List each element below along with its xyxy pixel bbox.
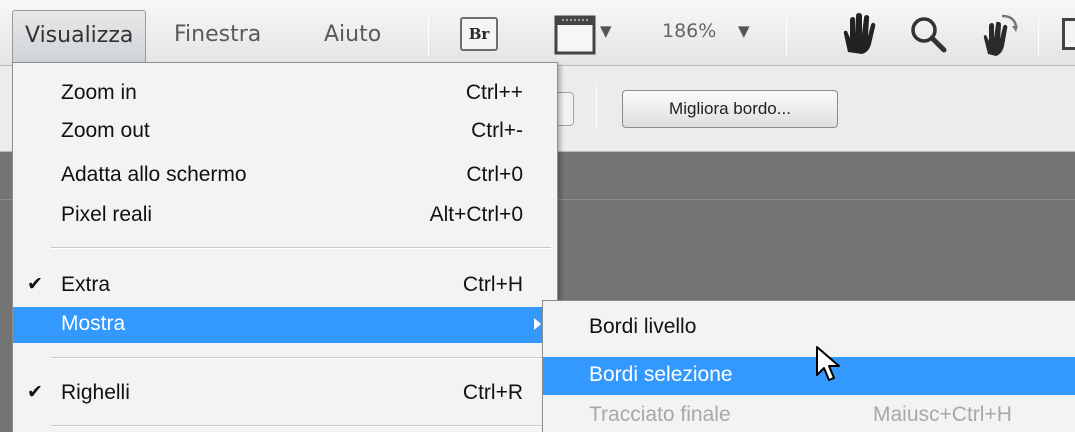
menu-item-shortcut: Alt+Ctrl+0 xyxy=(429,203,523,226)
menu-item-zoom-out[interactable]: Zoom out Ctrl+- xyxy=(13,115,557,149)
menu-item-shortcut: Ctrl+H xyxy=(462,273,523,296)
toolbar-divider xyxy=(428,14,429,56)
menu-finestra[interactable]: Finestra xyxy=(162,10,273,62)
zoom-dropdown-arrow[interactable]: ▼ xyxy=(738,22,750,40)
menu-item-rulers[interactable]: ✔ Righelli Ctrl+R xyxy=(13,377,557,411)
menu-item-label: Mostra xyxy=(61,312,126,335)
submenu-item-selection-edges[interactable]: Bordi selezione xyxy=(543,357,1075,395)
menu-item-label: Bordi livello xyxy=(589,315,697,338)
menu-item-label: Bordi selezione xyxy=(589,363,733,386)
submenu-item-target-path[interactable]: Tracciato finale Maiusc+Ctrl+H xyxy=(543,397,1075,432)
menu-item-shortcut: Ctrl+- xyxy=(471,119,523,142)
menu-item-shortcut: Ctrl+R xyxy=(462,381,523,404)
menu-visualizza[interactable]: Visualizza xyxy=(12,10,147,62)
options-divider xyxy=(596,86,597,128)
menu-item-label: Zoom in xyxy=(61,81,137,104)
menu-item-fit-on-screen[interactable]: Adatta allo schermo Ctrl+0 xyxy=(13,159,557,193)
menu-item-shortcut: Ctrl++ xyxy=(465,81,523,104)
checkmark-icon: ✔ xyxy=(27,274,43,295)
hand-tool-icon[interactable] xyxy=(838,12,878,56)
menu-separator xyxy=(51,425,551,427)
refine-edge-button[interactable]: Migliora bordo... xyxy=(622,90,838,128)
menu-separator xyxy=(51,247,551,249)
menu-item-shortcut: Ctrl+0 xyxy=(466,163,523,186)
submenu-arrow-icon xyxy=(534,318,541,330)
menu-item-label: Extra xyxy=(61,273,111,296)
menu-item-label: Tracciato finale xyxy=(589,403,731,426)
view-menu-dropdown: Zoom in Ctrl++ Zoom out Ctrl+- Adatta al… xyxy=(12,62,558,432)
checkmark-icon: ✔ xyxy=(27,382,43,403)
menu-item-label: Righelli xyxy=(61,381,130,404)
screen-mode-icon[interactable] xyxy=(1062,18,1075,50)
zoom-tool-icon[interactable] xyxy=(908,12,948,56)
show-submenu: Bordi livello Bordi selezione Tracciato … xyxy=(542,300,1075,432)
bridge-button[interactable]: Br xyxy=(460,17,498,51)
menu-item-shortcut: Maiusc+Ctrl+H xyxy=(873,403,1012,426)
mouse-cursor-icon xyxy=(816,346,840,381)
menu-bar: Visualizza Finestra Aiuto Br ▼ 186% ▼ xyxy=(0,0,1075,66)
menu-separator xyxy=(51,357,551,359)
toolbar-divider xyxy=(1038,14,1039,56)
menu-item-label: Zoom out xyxy=(61,119,150,142)
menu-aiuto[interactable]: Aiuto xyxy=(312,10,393,62)
toolbar-divider xyxy=(786,14,787,56)
menu-item-zoom-in[interactable]: Zoom in Ctrl++ xyxy=(13,77,557,111)
menu-item-label: Pixel reali xyxy=(61,203,153,226)
arrange-documents-icon[interactable] xyxy=(554,15,596,55)
menu-item-extras[interactable]: ✔ Extra Ctrl+H xyxy=(13,269,557,303)
arrange-dropdown-arrow[interactable]: ▼ xyxy=(600,22,612,40)
menu-item-label: Adatta allo schermo xyxy=(61,163,247,186)
submenu-item-layer-edges[interactable]: Bordi livello xyxy=(543,309,1075,347)
zoom-level[interactable]: 186% xyxy=(662,20,716,42)
menu-item-actual-pixels[interactable]: Pixel reali Alt+Ctrl+0 xyxy=(13,199,557,233)
menu-item-show[interactable]: Mostra xyxy=(13,307,557,343)
rotate-view-tool-icon[interactable] xyxy=(976,12,1020,58)
